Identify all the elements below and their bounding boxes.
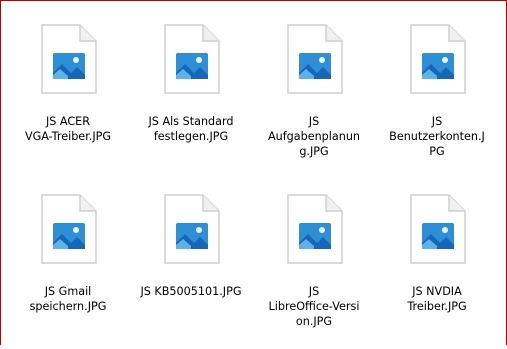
file-thumbnail — [8, 8, 128, 110]
file-item[interactable]: JS LibreOffice-Versi on.JPG — [254, 178, 374, 338]
file-grid: JS ACER VGA-Treiber.JPG JS Als Standard … — [0, 0, 507, 349]
image-file-icon — [41, 24, 97, 94]
file-thumbnail — [254, 8, 374, 110]
image-file-icon — [410, 24, 466, 94]
file-name: JS NVDIA Treiber.JPG — [407, 285, 467, 313]
file-name: JS Aufgabenplanun g.JPG — [267, 115, 361, 158]
file-item[interactable]: JS ACER VGA-Treiber.JPG — [8, 8, 128, 168]
file-name: JS LibreOffice-Versi on.JPG — [268, 285, 360, 328]
file-item[interactable]: JS Benutzerkonten.J PG — [377, 8, 497, 168]
file-thumbnail — [377, 178, 497, 280]
image-file-icon — [287, 194, 343, 264]
file-thumbnail — [131, 178, 251, 280]
image-file-icon — [410, 194, 466, 264]
file-item[interactable]: JS Gmail speichern.JPG — [8, 178, 128, 338]
file-name: JS Benutzerkonten.J PG — [389, 115, 485, 158]
file-name: JS KB5005101.JPG — [140, 285, 242, 298]
image-file-icon — [41, 194, 97, 264]
file-name: JS Gmail speichern.JPG — [29, 285, 107, 313]
file-item[interactable]: JS KB5005101.JPG — [131, 178, 251, 338]
file-thumbnail — [8, 178, 128, 280]
file-item[interactable]: JS NVDIA Treiber.JPG — [377, 178, 497, 338]
file-thumbnail — [254, 178, 374, 280]
bottom-edge — [0, 345, 507, 349]
file-item[interactable]: JS Aufgabenplanun g.JPG — [254, 8, 374, 168]
file-item[interactable]: JS Als Standard festlegen.JPG — [131, 8, 251, 168]
image-file-icon — [164, 194, 220, 264]
file-thumbnail — [131, 8, 251, 110]
file-thumbnail — [377, 8, 497, 110]
file-name: JS Als Standard festlegen.JPG — [148, 115, 234, 143]
image-file-icon — [164, 24, 220, 94]
file-name: JS ACER VGA-Treiber.JPG — [24, 115, 112, 143]
image-file-icon — [287, 24, 343, 94]
